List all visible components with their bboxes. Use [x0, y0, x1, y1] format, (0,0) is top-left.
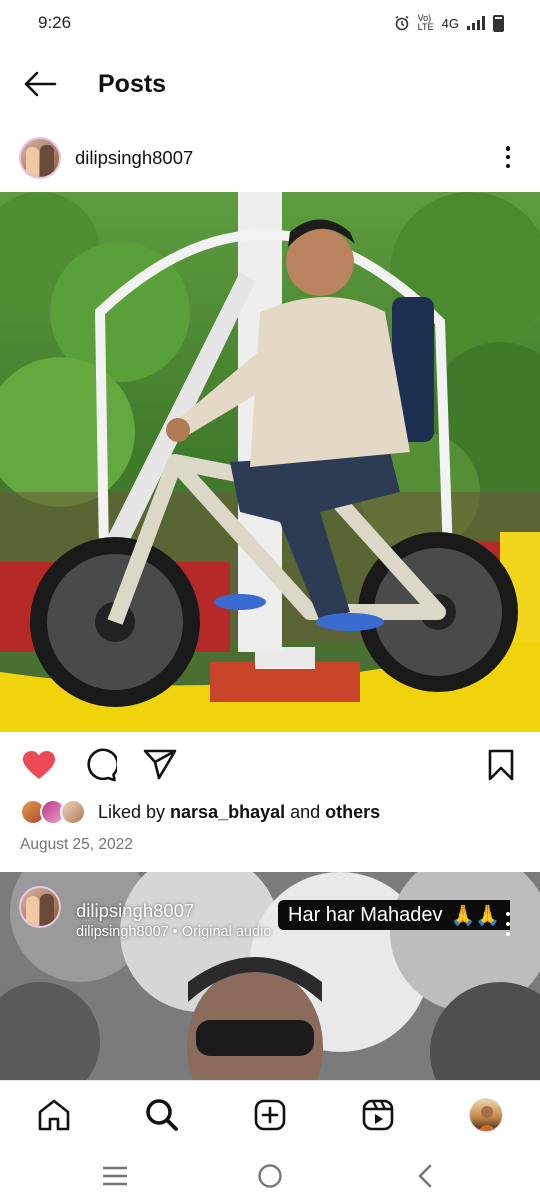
nav-profile[interactable]	[464, 1093, 508, 1137]
reel-avatar[interactable]	[19, 886, 61, 928]
system-home-button[interactable]	[255, 1162, 285, 1190]
reel-post[interactable]: dilipsingh8007 dilipsingh8007 • Original…	[0, 872, 540, 1080]
home-icon	[38, 1099, 70, 1131]
reel-caption-overlay: Har har Mahadev 🙏🙏	[278, 900, 511, 930]
arrow-left-icon	[24, 71, 57, 97]
avatar[interactable]	[19, 137, 61, 179]
reel-header: dilipsingh8007 dilipsingh8007 • Original…	[0, 886, 540, 940]
more-options-button[interactable]	[500, 142, 516, 172]
recent-apps-button[interactable]	[100, 1162, 130, 1190]
nav-reels[interactable]	[356, 1093, 400, 1137]
save-button[interactable]	[481, 745, 521, 785]
alarm-icon	[395, 15, 409, 31]
volte-label: Vo) LTE	[417, 13, 434, 32]
back-triangle-icon	[418, 1164, 432, 1188]
post-image[interactable]	[0, 192, 540, 732]
share-icon	[143, 749, 177, 780]
system-nav-bar	[0, 1148, 540, 1204]
liker-avatars	[20, 799, 86, 825]
nav-search[interactable]	[140, 1093, 184, 1137]
create-icon	[254, 1099, 286, 1131]
comment-icon	[87, 748, 117, 782]
likes-summary[interactable]: Liked by narsa_bhayal and others	[20, 798, 380, 826]
header: Posts	[0, 56, 540, 112]
status-time: 9:26	[38, 13, 72, 32]
comment-button[interactable]	[80, 745, 120, 785]
search-icon	[146, 1099, 178, 1131]
share-button[interactable]	[140, 745, 180, 785]
nav-create[interactable]	[248, 1093, 292, 1137]
nav-home[interactable]	[32, 1093, 76, 1137]
post-actions	[0, 745, 540, 785]
page-title: Posts	[98, 69, 167, 98]
post-username[interactable]: dilipsingh8007	[75, 147, 193, 169]
reel-audio[interactable]: dilipsingh8007 • Original audio	[76, 924, 271, 940]
bottom-nav	[0, 1080, 540, 1148]
liked-by-user[interactable]: narsa_bhayal	[170, 802, 285, 823]
heart-icon	[23, 751, 55, 779]
reel-caption-emoji: 🙏🙏	[450, 904, 501, 927]
home-circle-icon	[258, 1164, 282, 1188]
reel-more-button[interactable]	[500, 912, 516, 936]
bookmark-icon	[488, 749, 514, 781]
liked-by-and: and	[285, 801, 326, 822]
recent-apps-icon	[103, 1166, 127, 1186]
reels-icon	[362, 1099, 394, 1131]
liked-by-others[interactable]: others	[325, 802, 380, 823]
reel-username[interactable]: dilipsingh8007	[76, 900, 194, 922]
liked-by-prefix: Liked by	[98, 801, 171, 822]
status-bar: 9:26 Vo) LTE 4G	[0, 0, 540, 46]
system-back-button[interactable]	[410, 1162, 440, 1190]
post-photo-illustration	[0, 192, 540, 732]
profile-avatar	[469, 1098, 503, 1132]
network-label: 4G	[441, 15, 459, 31]
status-icons: Vo) LTE 4G	[394, 14, 504, 32]
back-button[interactable]	[20, 64, 60, 104]
battery-icon	[493, 14, 504, 32]
reel-caption-text: Har har Mahadev	[288, 903, 443, 926]
post-header: dilipsingh8007	[0, 126, 540, 190]
signal-icon	[467, 16, 485, 30]
post-date: August 25, 2022	[20, 836, 133, 853]
like-button[interactable]	[19, 745, 59, 785]
